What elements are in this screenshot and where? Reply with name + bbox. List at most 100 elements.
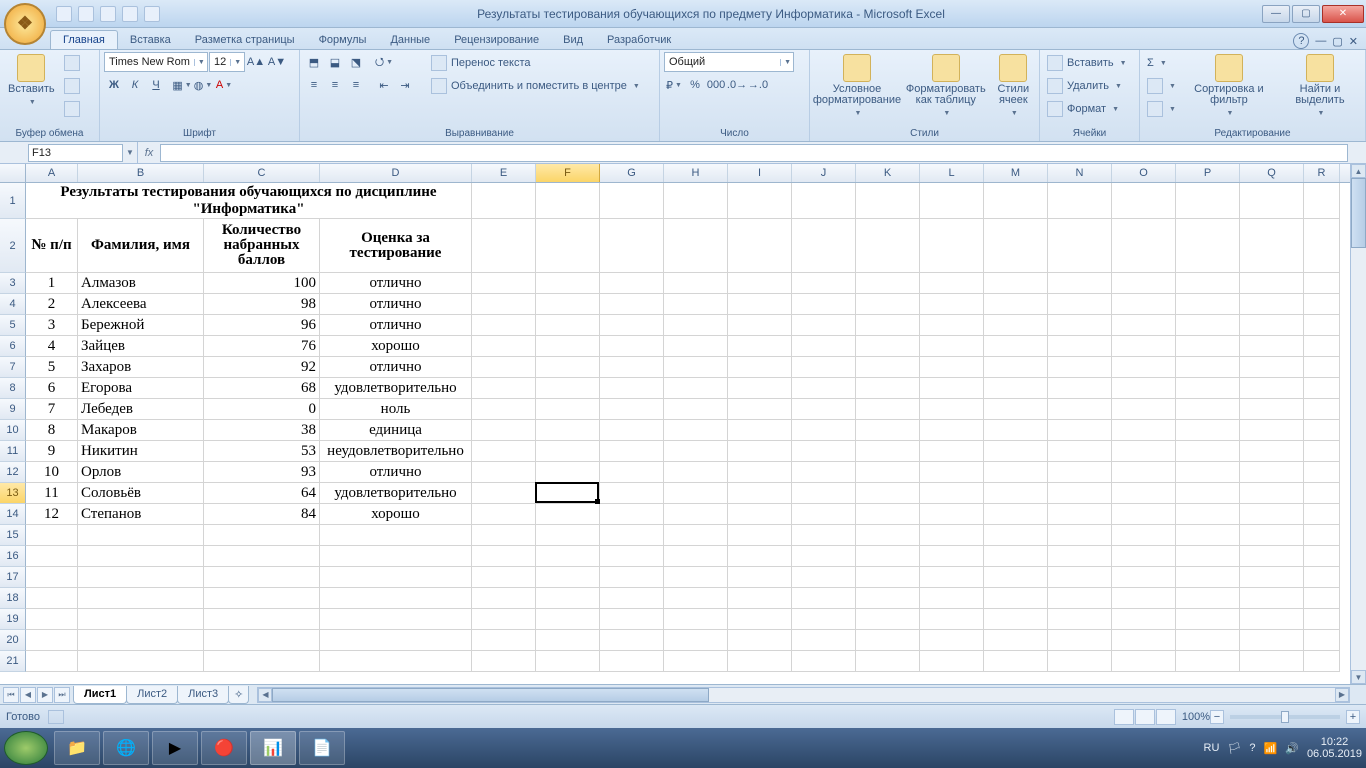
cell[interactable] (26, 567, 78, 588)
cell[interactable] (728, 546, 792, 567)
cell[interactable] (984, 183, 1048, 219)
cell[interactable] (1240, 315, 1304, 336)
cell[interactable] (1240, 420, 1304, 441)
cell[interactable] (1112, 462, 1176, 483)
cell-name[interactable]: Макаров (78, 420, 204, 441)
cell[interactable] (472, 588, 536, 609)
cell[interactable] (664, 651, 728, 672)
table-header[interactable]: Фамилия, имя (78, 219, 204, 273)
cell[interactable] (1112, 399, 1176, 420)
cell[interactable] (728, 441, 792, 462)
cell[interactable] (26, 651, 78, 672)
cell[interactable] (204, 609, 320, 630)
cell[interactable] (204, 567, 320, 588)
cell[interactable] (1112, 378, 1176, 399)
cell[interactable] (1112, 315, 1176, 336)
cell[interactable] (728, 630, 792, 651)
cell[interactable] (1048, 294, 1112, 315)
cell[interactable] (792, 609, 856, 630)
select-all-corner[interactable] (0, 164, 26, 182)
cell[interactable] (472, 273, 536, 294)
cell[interactable] (1240, 336, 1304, 357)
cell[interactable] (728, 294, 792, 315)
cell[interactable] (600, 546, 664, 567)
cell[interactable] (920, 567, 984, 588)
cell[interactable] (320, 609, 472, 630)
row-header[interactable]: 1 (0, 183, 26, 219)
sort-filter-button[interactable]: Сортировка и фильтр▼ (1181, 52, 1277, 121)
cell[interactable] (1048, 273, 1112, 294)
cell[interactable] (1304, 525, 1340, 546)
cell[interactable] (1112, 609, 1176, 630)
worksheet-grid[interactable]: ABCDEFGHIJKLMNOPQR 1Результаты тестирова… (0, 164, 1366, 684)
row-header[interactable]: 17 (0, 567, 26, 588)
qat-preview-icon[interactable] (144, 6, 160, 22)
cell[interactable] (792, 588, 856, 609)
cell[interactable] (920, 609, 984, 630)
cell[interactable] (728, 378, 792, 399)
cell-name[interactable]: Алексеева (78, 294, 204, 315)
cell[interactable] (728, 609, 792, 630)
cell[interactable] (856, 525, 920, 546)
cell[interactable] (78, 588, 204, 609)
cell[interactable] (536, 651, 600, 672)
cell[interactable] (1048, 546, 1112, 567)
cell[interactable] (536, 504, 600, 525)
cell[interactable] (600, 219, 664, 273)
namebox-dropdown-icon[interactable]: ▼ (123, 148, 137, 157)
cell[interactable] (920, 420, 984, 441)
cell[interactable] (984, 504, 1048, 525)
cell[interactable] (1176, 294, 1240, 315)
cell[interactable] (984, 420, 1048, 441)
cell[interactable] (728, 525, 792, 546)
macro-record-icon[interactable] (48, 710, 64, 724)
cell[interactable] (536, 441, 600, 462)
column-header-G[interactable]: G (600, 164, 664, 182)
row-header[interactable]: 7 (0, 357, 26, 378)
cell[interactable] (1048, 399, 1112, 420)
row-header[interactable]: 12 (0, 462, 26, 483)
scroll-thumb[interactable] (1351, 178, 1366, 248)
cell[interactable] (1176, 567, 1240, 588)
cell[interactable] (920, 183, 984, 219)
cell[interactable] (920, 357, 984, 378)
cell[interactable] (856, 357, 920, 378)
cell[interactable] (600, 630, 664, 651)
column-header-N[interactable]: N (1048, 164, 1112, 182)
tray-clock[interactable]: 10:22 06.05.2019 (1307, 736, 1362, 760)
cell[interactable] (856, 504, 920, 525)
cell[interactable] (78, 567, 204, 588)
cell[interactable] (1176, 483, 1240, 504)
cell[interactable] (1304, 420, 1340, 441)
qat-print-icon[interactable] (122, 6, 138, 22)
cell-n[interactable]: 10 (26, 462, 78, 483)
cell[interactable] (472, 378, 536, 399)
column-header-O[interactable]: O (1112, 164, 1176, 182)
cell[interactable] (984, 399, 1048, 420)
cell[interactable] (1048, 315, 1112, 336)
sheet-nav-last-icon[interactable]: ⏭ (54, 687, 70, 703)
find-select-button[interactable]: Найти и выделить▼ (1279, 52, 1361, 121)
cell[interactable] (1112, 525, 1176, 546)
cell[interactable] (1176, 609, 1240, 630)
cell[interactable] (600, 588, 664, 609)
cell[interactable] (1304, 462, 1340, 483)
cell[interactable] (472, 462, 536, 483)
cell[interactable] (1240, 567, 1304, 588)
cell-grade[interactable]: удовлетворительно (320, 483, 472, 504)
cell[interactable] (472, 183, 536, 219)
minimize-button[interactable]: — (1262, 5, 1290, 23)
cell-name[interactable]: Орлов (78, 462, 204, 483)
column-header-P[interactable]: P (1176, 164, 1240, 182)
tray-sound-icon[interactable]: 🔊 (1285, 742, 1299, 755)
column-header-J[interactable]: J (792, 164, 856, 182)
column-header-R[interactable]: R (1304, 164, 1340, 182)
merge-center-button[interactable]: Объединить и поместить в центре▼ (428, 75, 643, 97)
cut-button[interactable] (61, 52, 83, 74)
row-header[interactable]: 14 (0, 504, 26, 525)
horizontal-scrollbar[interactable]: ◀ ▶ (257, 687, 1350, 703)
sheet-tab[interactable]: Лист1 (73, 686, 127, 704)
tray-help-icon[interactable]: ? (1249, 742, 1255, 754)
cell[interactable] (1112, 183, 1176, 219)
cell[interactable] (728, 399, 792, 420)
